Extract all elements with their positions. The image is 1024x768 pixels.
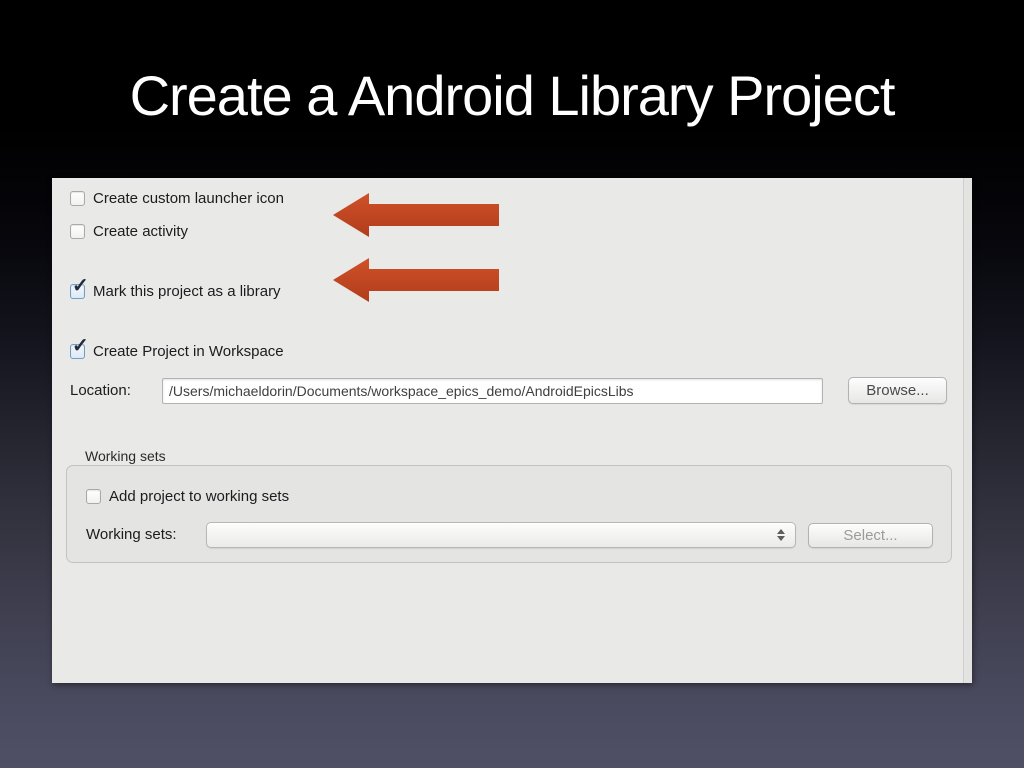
checkmark-icon: ✓ <box>72 334 89 357</box>
create-activity-checkbox[interactable] <box>70 223 85 239</box>
option-row: Add project to working sets <box>86 487 289 505</box>
slide: Create a Android Library Project Create … <box>0 0 1024 768</box>
checkbox-label: Create custom launcher icon <box>93 189 284 207</box>
checkbox-label: Create activity <box>93 222 189 240</box>
checkbox-label: Create Project in Workspace <box>93 342 284 360</box>
dialog-right-gutter <box>963 178 972 683</box>
mark-as-library-checkbox[interactable]: ✓ <box>70 276 89 299</box>
option-row: ✓ Mark this project as a library <box>70 276 281 300</box>
annotation-arrow-left-icon <box>333 193 499 237</box>
create-project-in-workspace-checkbox[interactable]: ✓ <box>70 336 89 359</box>
checkbox-label: Mark this project as a library <box>93 282 281 300</box>
option-row: Create custom launcher icon <box>70 189 284 207</box>
slide-title: Create a Android Library Project <box>129 64 896 127</box>
checkmark-icon: ✓ <box>72 274 89 297</box>
annotation-arrow-left-icon <box>333 258 499 302</box>
option-row: ✓ Create Project in Workspace <box>70 336 284 360</box>
working-sets-row-label: Working sets: <box>86 526 177 543</box>
new-android-project-dialog: Create custom launcher icon Create activ… <box>52 178 972 683</box>
select-button[interactable]: Select... <box>808 523 933 548</box>
location-input[interactable] <box>162 378 823 404</box>
location-label: Location: <box>70 382 131 399</box>
working-sets-dropdown[interactable] <box>206 522 796 548</box>
updown-stepper-icon <box>777 529 785 541</box>
option-row: Create activity <box>70 222 188 240</box>
checkbox-label: Add project to working sets <box>109 487 290 505</box>
working-sets-group: Add project to working sets Working sets… <box>66 465 952 563</box>
working-sets-group-label: Working sets <box>85 448 166 464</box>
create-custom-launcher-icon-checkbox[interactable] <box>70 190 85 206</box>
browse-button[interactable]: Browse... <box>848 377 947 404</box>
browse-button-label: Browse... <box>866 382 929 399</box>
select-button-label: Select... <box>843 527 898 544</box>
add-project-to-working-sets-checkbox[interactable] <box>86 488 101 504</box>
